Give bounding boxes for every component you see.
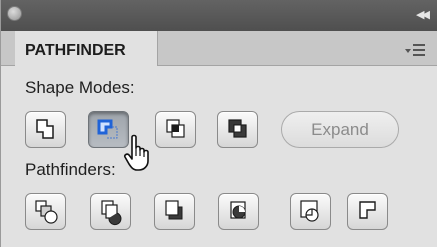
collapse-panel-icon[interactable]: ◀◀ (416, 9, 430, 21)
exclude-icon (228, 119, 247, 138)
unite-button[interactable] (25, 111, 66, 148)
shape-modes-label: Shape Modes: (25, 78, 135, 97)
panel-title-bar[interactable]: ◀◀ (1, 0, 437, 32)
merge-button[interactable] (154, 193, 195, 230)
pathfinders-label: Pathfinders: (25, 160, 116, 179)
outline-button[interactable] (290, 193, 331, 230)
outline-icon (300, 200, 319, 222)
minus-back-button[interactable] (347, 193, 388, 230)
crop-button[interactable] (218, 193, 259, 230)
expand-button[interactable]: Expand (281, 111, 399, 148)
divide-icon (35, 200, 58, 224)
merge-icon (165, 200, 183, 220)
tab-pathfinder[interactable]: PATHFINDER (15, 31, 158, 66)
unite-icon (36, 119, 54, 139)
divide-button[interactable] (25, 193, 66, 230)
minus-back-icon (359, 201, 376, 219)
close-panel-button[interactable] (7, 6, 22, 21)
trim-icon (101, 200, 122, 226)
crop-icon (230, 201, 246, 219)
hand-pointer-icon (124, 134, 149, 171)
intersect-button[interactable] (155, 111, 196, 148)
pathfinder-panel: ◀◀ PATHFINDER Shape Modes: Expand Pathfi… (0, 0, 437, 247)
trim-button[interactable] (90, 193, 131, 230)
exclude-button[interactable] (217, 111, 258, 148)
panel-menu-icon[interactable] (405, 44, 427, 58)
intersect-icon (166, 119, 185, 138)
tab-row: PATHFINDER (1, 31, 437, 66)
